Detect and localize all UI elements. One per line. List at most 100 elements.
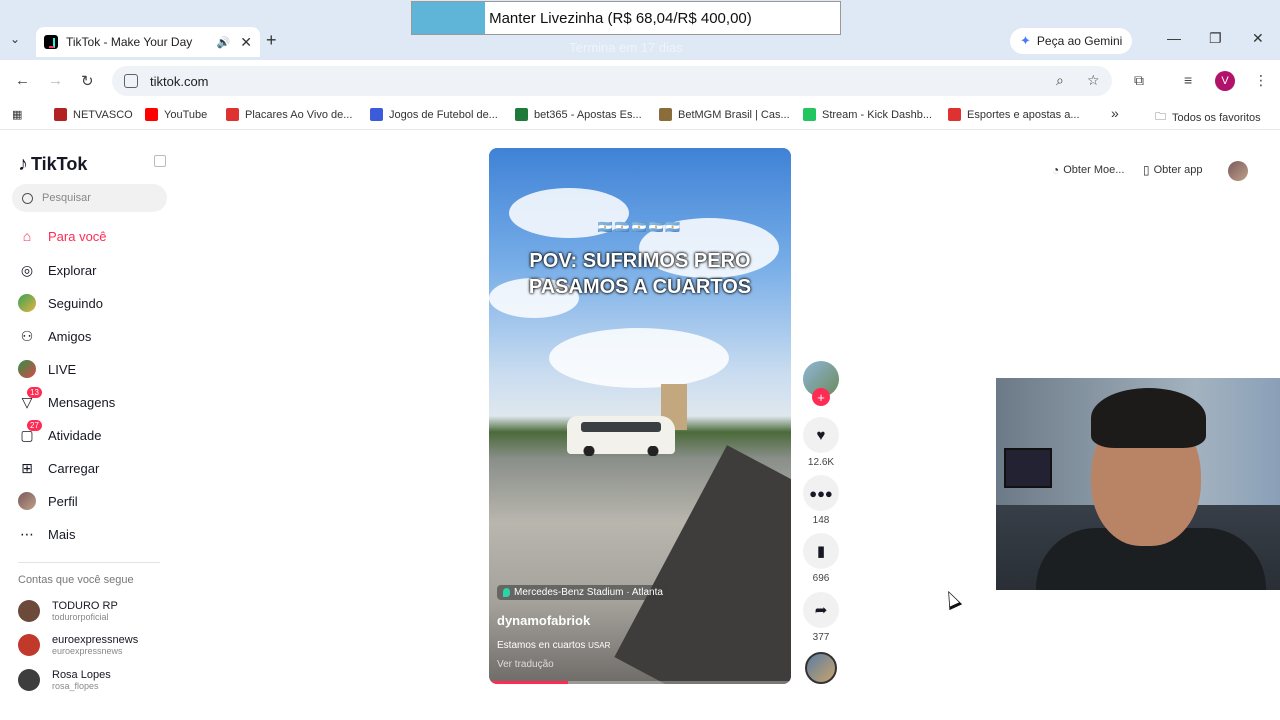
argentina-flags: 🇦🇷🇦🇷🇦🇷🇦🇷🇦🇷 [597, 220, 683, 234]
friends-icon: ⚇ [20, 327, 34, 344]
get-coins-button[interactable]: ◔ Obter Moe... [1052, 163, 1124, 177]
new-tab-button[interactable]: + [266, 30, 277, 51]
sidebar-item-para-voce[interactable]: ⌂ Para você [18, 227, 107, 245]
bookmark-betmgm[interactable]: BetMGM Brasil | Cas... [659, 108, 790, 121]
video-author[interactable]: dynamofabriok [497, 613, 590, 628]
compass-icon: ◎ [20, 261, 34, 278]
back-arrow-icon[interactable]: ← [15, 72, 30, 89]
home-icon: ⌂ [22, 228, 32, 244]
sidebar-divider [18, 562, 160, 563]
followed-account[interactable]: TODURO RP todurorpoficial [18, 600, 118, 622]
bookmark-icon: ▮ [803, 533, 839, 569]
media-queue-icon[interactable]: ≡ [1184, 72, 1192, 88]
tab-title: TikTok - Make Your Day [66, 35, 193, 49]
extensions-icon[interactable]: ⧉ [1134, 72, 1144, 89]
more-icon: ⋯ [20, 525, 34, 542]
sidebar-item-mensagens[interactable]: ▽ 13 Mensagens [18, 387, 115, 411]
bookmark-bet365[interactable]: bet365 - Apostas Es... [515, 108, 642, 121]
webcam-monitor [1004, 448, 1052, 488]
browser-menu-icon[interactable]: ⋮ [1254, 72, 1268, 89]
avatar [18, 600, 40, 622]
screen: ⌄ TikTok - Make Your Day 🔊 ✕ + ✦ Peça ao… [0, 0, 1280, 720]
translate-link[interactable]: Ver tradução [497, 659, 554, 670]
bookmark-netvasco[interactable]: NETVASCO [54, 108, 133, 121]
sidebar-item-seguindo[interactable]: Seguindo [18, 294, 103, 312]
video-caption: POV: SUFRIMOS PERO PASAMOS A CUARTOS [528, 250, 752, 298]
sidebar-item-explorar[interactable]: ◎ Explorar [18, 261, 97, 279]
comment-button[interactable]: ●●● 148 [800, 475, 842, 526]
sidebar-item-atividade[interactable]: ▢ 27 Atividade [18, 420, 101, 444]
bookmark-jogos[interactable]: Jogos de Futebol de... [370, 108, 498, 121]
reload-icon[interactable]: ↻ [81, 72, 94, 90]
video-player[interactable]: 🇦🇷🇦🇷🇦🇷🇦🇷🇦🇷 POV: SUFRIMOS PERO PASAMOS A … [489, 148, 791, 684]
tab-close-icon[interactable]: ✕ [240, 34, 252, 51]
bookmark-favicon-icon [54, 108, 67, 121]
sidebar-collapse-icon[interactable] [154, 155, 166, 167]
zoom-search-icon[interactable]: ⌕ [1056, 72, 1064, 89]
bookmark-favicon-icon [226, 108, 239, 121]
bookmark-kick[interactable]: Stream - Kick Dashb... [803, 108, 932, 121]
window-close-icon[interactable]: ✕ [1252, 30, 1264, 47]
following-avatar-icon [18, 294, 36, 312]
search-icon [22, 192, 33, 204]
sidebar-item-carregar[interactable]: ⊞ Carregar [18, 459, 99, 477]
apps-grid-icon[interactable]: ▦ [12, 108, 22, 121]
phone-icon: ▯ [1143, 163, 1150, 177]
all-bookmarks-folder[interactable]: 🗀 Todos os favoritos [1155, 108, 1261, 127]
stream-goal-subtext: Termina em 17 dias [569, 40, 683, 55]
tab-search-dropdown[interactable]: ⌄ [10, 32, 20, 46]
like-count: 12.6K [807, 457, 835, 468]
restore-icon[interactable]: ❐ [1209, 30, 1222, 47]
url-text: tiktok.com [150, 73, 209, 89]
messages-icon: ▽ 13 [18, 387, 42, 411]
followed-account[interactable]: Rosa Lopes rosa_flopes [18, 669, 111, 691]
sound-disc-avatar[interactable] [805, 652, 837, 684]
search-input[interactable]: Pesquisar [12, 184, 167, 212]
followed-account[interactable]: euroexpressnews euroexpressnews [18, 634, 138, 656]
gemini-label: Peça ao Gemini [1036, 34, 1123, 48]
sidebar-item-amigos[interactable]: ⚇ Amigos [18, 327, 92, 345]
location-chip[interactable]: Mercedes-Benz Stadium · Atlanta [497, 585, 669, 600]
user-avatar[interactable] [1228, 161, 1248, 181]
share-button[interactable]: ➦ 377 [800, 592, 842, 643]
address-bar[interactable]: tiktok.com [112, 66, 1112, 96]
sidebar-item-live[interactable]: LIVE [18, 360, 76, 378]
bookmark-youtube[interactable]: YouTube [145, 108, 207, 121]
sidebar-item-mais[interactable]: ⋯ Mais [18, 525, 75, 543]
profile-avatar-icon [18, 492, 36, 510]
like-button[interactable]: ♥ 12.6K [800, 417, 842, 468]
comment-count: 148 [812, 515, 830, 526]
messages-badge: 13 [27, 387, 42, 398]
browser-tab-tiktok[interactable]: TikTok - Make Your Day 🔊 ✕ [36, 27, 260, 57]
activity-badge: 27 [27, 420, 42, 431]
white-van [567, 416, 675, 456]
bookmark-favicon-icon [370, 108, 383, 121]
site-info-icon[interactable] [124, 74, 138, 88]
bookmark-favicon-icon [515, 108, 528, 121]
stream-goal-fill [412, 2, 486, 34]
tiktok-logo[interactable]: ♪ TikTok [18, 153, 87, 176]
sidebar-item-perfil[interactable]: Perfil [18, 492, 78, 510]
save-count: 696 [812, 573, 830, 584]
video-progress-bar[interactable] [489, 681, 791, 684]
webcam-overlay [996, 378, 1280, 590]
bookmarks-bar: ▦ NETVASCO YouTube Placares Ao Vivo de..… [0, 102, 1280, 130]
youtube-icon [145, 108, 158, 121]
save-button[interactable]: ▮ 696 [800, 533, 842, 584]
live-avatar-icon [18, 360, 36, 378]
asphalt-shadow [614, 445, 791, 684]
video-description: Estamos en cuartos USAR [497, 640, 611, 651]
comment-icon: ●●● [803, 475, 839, 511]
bookmark-esportes[interactable]: Esportes e apostas a... [948, 108, 1080, 121]
follow-plus-icon[interactable]: + [812, 388, 830, 406]
forward-arrow-icon[interactable]: → [48, 72, 63, 89]
bookmark-placares[interactable]: Placares Ao Vivo de... [226, 108, 352, 121]
bookmark-star-icon[interactable]: ☆ [1087, 72, 1100, 89]
tiktok-favicon-icon [44, 35, 58, 49]
gemini-button[interactable]: ✦ Peça ao Gemini [1010, 28, 1133, 54]
speaker-icon[interactable]: 🔊 [217, 36, 231, 49]
get-app-button[interactable]: ▯ Obter app [1143, 163, 1203, 177]
minimize-icon[interactable]: — [1167, 30, 1181, 46]
bookmarks-overflow-icon[interactable]: » [1111, 105, 1119, 121]
browser-profile-avatar[interactable]: V [1215, 71, 1235, 91]
